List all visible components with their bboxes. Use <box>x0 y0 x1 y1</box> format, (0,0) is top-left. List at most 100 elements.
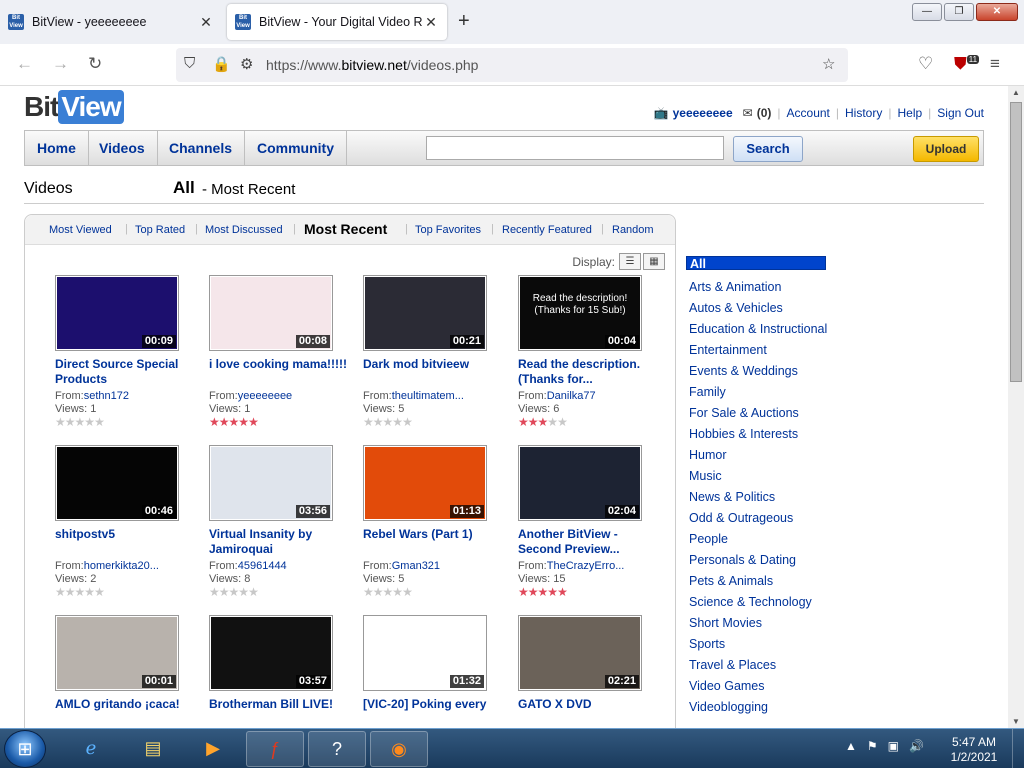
help-icon[interactable]: ? <box>308 731 366 767</box>
video-card[interactable]: 02:21 GATO X DVD <box>518 615 658 728</box>
category-item[interactable]: Pets & Animals <box>686 571 846 592</box>
video-thumbnail[interactable]: 02:21 <box>518 615 642 691</box>
video-title-link[interactable]: AMLO gritando ¡caca! <box>55 697 195 712</box>
window-close-icon[interactable]: ✕ <box>976 3 1018 21</box>
minimize-icon[interactable]: — <box>912 3 942 21</box>
mail-icon[interactable]: ✉ <box>743 106 753 120</box>
nav-community[interactable]: Community <box>245 131 347 165</box>
maximize-icon[interactable]: ❐ <box>944 3 974 21</box>
video-title-link[interactable]: shitpostv5 <box>55 527 195 542</box>
video-card[interactable]: 00:09 Direct Source Special Products From:… <box>55 275 195 435</box>
internet-explorer-icon[interactable]: ℯ <box>62 731 120 767</box>
category-item[interactable]: Family <box>686 382 846 403</box>
video-title-link[interactable]: [VIC-20] Poking every <box>363 697 503 712</box>
forward-arrow-icon[interactable]: → <box>52 54 69 74</box>
category-item[interactable]: People <box>686 529 846 550</box>
video-card[interactable]: 00:21 Dark mod bitvieew From:theultimatem.… <box>363 275 503 435</box>
account-link[interactable]: Account <box>787 106 830 120</box>
video-card[interactable]: 00:46 shitpostv5 From:homerkikta20... Views… <box>55 445 195 605</box>
firefox-icon[interactable]: ◉ <box>370 731 428 767</box>
video-thumbnail[interactable]: 03:57 <box>209 615 333 691</box>
category-item[interactable]: Videoblogging <box>686 697 846 718</box>
video-title-link[interactable]: Dark mod bitvieew <box>363 357 503 372</box>
nav-videos[interactable]: Videos <box>87 131 158 165</box>
tab-top-rated[interactable]: Top Rated <box>135 224 185 236</box>
category-item[interactable]: Education & Instructional <box>686 319 846 340</box>
file-explorer-icon[interactable]: ▤ <box>124 731 182 767</box>
page-scrollbar[interactable]: ▲ ▼ <box>1008 86 1024 728</box>
category-item[interactable]: Video Games <box>686 676 846 697</box>
tab-most-viewed[interactable]: Most Viewed <box>49 224 112 236</box>
category-item[interactable]: News & Politics <box>686 487 846 508</box>
video-thumbnail[interactable]: 00:08 <box>209 275 333 351</box>
browser-tab-1[interactable]: Bit View BitView - yeeeeeeee ✕ <box>0 4 222 40</box>
scroll-down-icon[interactable]: ▼ <box>1008 717 1024 726</box>
video-card[interactable]: 00:08 i love cooking mama!!!!! From:yeeeee… <box>209 275 349 435</box>
tab-recently-featured[interactable]: Recently Featured <box>502 224 592 236</box>
flash-icon[interactable]: ƒ <box>246 731 304 767</box>
tab-most-recent[interactable]: Most Recent <box>304 221 387 237</box>
video-card[interactable]: 01:13 Rebel Wars (Part 1) From:Gman321 View… <box>363 445 503 605</box>
extension-shield-icon[interactable]: ⛊ 11 <box>954 54 980 74</box>
permissions-icon[interactable]: ⚙ <box>240 55 253 73</box>
category-item[interactable]: Entertainment <box>686 340 846 361</box>
video-card[interactable]: 00:01 AMLO gritando ¡caca! <box>55 615 195 728</box>
video-title-link[interactable]: Virtual Insanity by Jamiroquai <box>209 527 349 557</box>
category-item[interactable]: Humor <box>686 445 846 466</box>
nav-channels[interactable]: Channels <box>157 131 246 165</box>
category-item[interactable]: Music <box>686 466 846 487</box>
video-title-link[interactable]: Brotherman Bill LIVE! <box>209 697 349 712</box>
category-item[interactable]: Short Movies <box>686 613 846 634</box>
media-player-icon[interactable]: ▶ <box>184 731 242 767</box>
help-link[interactable]: Help <box>897 106 922 120</box>
volume-icon[interactable]: 🔊 <box>909 739 924 753</box>
category-item[interactable]: Events & Weddings <box>686 361 846 382</box>
category-item[interactable]: Autos & Vehicles <box>686 298 846 319</box>
category-item[interactable]: Odd & Outrageous <box>686 508 846 529</box>
video-title-link[interactable]: GATO X DVD <box>518 697 658 712</box>
search-input[interactable] <box>426 136 724 160</box>
network-icon[interactable]: ▣ <box>888 739 899 753</box>
category-item[interactable]: Hobbies & Interests <box>686 424 846 445</box>
bookmark-star-icon[interactable]: ☆ <box>822 55 835 73</box>
show-desktop-button[interactable] <box>1012 729 1024 768</box>
start-button-icon[interactable]: ⊞ <box>4 730 46 768</box>
grid-view-icon[interactable]: ▦ <box>643 253 665 270</box>
video-thumbnail[interactable]: 00:46 <box>55 445 179 521</box>
video-thumbnail[interactable]: 01:13 <box>363 445 487 521</box>
video-title-link[interactable]: Another BitView - Second Preview... <box>518 527 658 557</box>
mail-count[interactable]: (0) <box>757 106 772 120</box>
upload-button[interactable]: Upload <box>913 136 979 162</box>
address-bar[interactable]: ⛉ 🔒 ⚙ https://www.bitview.net/videos.php… <box>176 48 848 82</box>
video-thumbnail[interactable]: Read the description! (Thanks for 15 Sub… <box>518 275 642 351</box>
video-title-link[interactable]: Read the description. (Thanks for... <box>518 357 658 387</box>
category-item[interactable]: Travel & Places <box>686 655 846 676</box>
video-title-link[interactable]: Direct Source Special Products <box>55 357 195 387</box>
list-view-icon[interactable]: ☰ <box>619 253 641 270</box>
video-card[interactable]: 03:57 Brotherman Bill LIVE! <box>209 615 349 728</box>
nav-home[interactable]: Home <box>25 131 89 165</box>
video-thumbnail[interactable]: 01:32 <box>363 615 487 691</box>
video-card[interactable]: Read the description! (Thanks for 15 Sub… <box>518 275 658 435</box>
category-item[interactable]: For Sale & Auctions <box>686 403 846 424</box>
category-item[interactable]: Arts & Animation <box>686 277 846 298</box>
tray-expand-icon[interactable]: ▲ <box>845 739 857 753</box>
bitview-logo[interactable]: Bit View <box>24 90 124 124</box>
sign-out-link[interactable]: Sign Out <box>937 106 984 120</box>
tab-random[interactable]: Random <box>612 224 654 236</box>
browser-tab-2[interactable]: Bit View BitView - Your Digital Video Re… <box>227 4 447 40</box>
search-button[interactable]: Search <box>733 136 803 162</box>
back-arrow-icon[interactable]: ← <box>16 54 33 74</box>
category-item[interactable]: Science & Technology <box>686 592 846 613</box>
video-card[interactable]: 03:56 Virtual Insanity by Jamiroquai From:… <box>209 445 349 605</box>
tab-top-favorites[interactable]: Top Favorites <box>415 224 481 236</box>
tab-most-discussed[interactable]: Most Discussed <box>205 224 283 236</box>
video-card[interactable]: 01:32 [VIC-20] Poking every <box>363 615 503 728</box>
scrollbar-thumb[interactable] <box>1010 102 1022 382</box>
video-thumbnail[interactable]: 00:09 <box>55 275 179 351</box>
hamburger-menu-icon[interactable]: ≡ <box>990 54 1000 74</box>
new-tab-plus-icon[interactable]: + <box>458 10 470 33</box>
video-thumbnail[interactable]: 03:56 <box>209 445 333 521</box>
lock-icon[interactable]: 🔒 <box>212 55 231 73</box>
tab-close-icon[interactable]: ✕ <box>198 14 214 31</box>
